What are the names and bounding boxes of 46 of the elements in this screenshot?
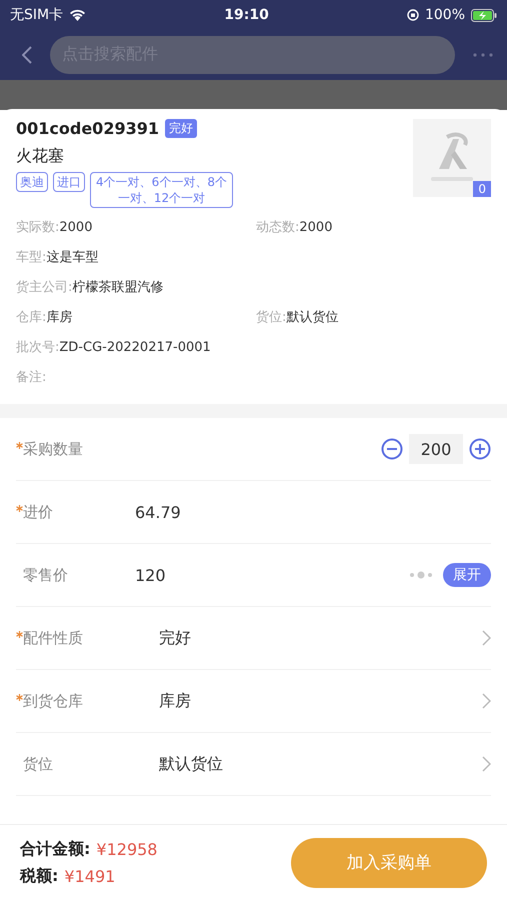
quantity-field[interactable]: 200 — [409, 434, 463, 464]
carrier-text: 无SIM卡 — [10, 6, 64, 24]
field-label: 采购数量 — [23, 440, 84, 458]
chevron-right-icon — [482, 630, 491, 646]
field-value[interactable]: 库房 — [135, 690, 482, 712]
info-text: 批次号:ZD-CG-20220217-0001 — [16, 338, 212, 357]
decrease-button[interactable] — [381, 438, 403, 460]
info-text: 货位:默认货位 — [256, 309, 340, 327]
part-tag: 奥迪 — [16, 172, 48, 192]
tax-amount: ¥1491 — [64, 866, 116, 886]
increase-button[interactable] — [469, 438, 491, 460]
field-value[interactable]: 默认货位 — [135, 754, 482, 774]
chevron-right-icon — [482, 756, 491, 772]
field-label: 零售价 — [23, 566, 69, 584]
image-count-badge: 0 — [473, 181, 491, 197]
tax-label: 税额: — [20, 866, 58, 886]
expand-button[interactable]: 展开 — [443, 563, 491, 587]
info-text: 仓库:库房 — [16, 309, 74, 327]
battery-text: 100% — [424, 7, 465, 23]
battery-charging-icon — [471, 8, 497, 22]
back-icon[interactable] — [22, 46, 32, 64]
more-icon[interactable] — [473, 53, 493, 57]
field-value: 120 — [135, 566, 167, 584]
info-text: 车型:这是车型 — [16, 249, 100, 267]
condition-badge: 完好 — [164, 119, 197, 138]
chevron-right-icon — [482, 693, 491, 709]
part-tag: 进口 — [53, 172, 85, 192]
clock-text: 19:10 — [224, 7, 269, 23]
field-label: 到货仓库 — [23, 692, 84, 710]
field-label: 货位 — [23, 754, 54, 774]
wifi-icon — [69, 9, 86, 21]
info-text: 备注: — [16, 369, 48, 387]
part-code: 001code029391 — [16, 119, 159, 138]
part-tag: 4个一对、6个一对、8个一对、12个一对 — [90, 172, 233, 208]
info-text: 货主公司:柠檬茶联盟汽修 — [16, 279, 164, 297]
info-text: 动态数:2000 — [256, 218, 334, 237]
dots-icon — [409, 571, 433, 579]
rotation-lock-icon — [406, 9, 419, 21]
part-name: 火花塞 — [16, 146, 65, 167]
total-label: 合计金额: — [20, 838, 90, 860]
field-label: 配件性质 — [23, 628, 84, 648]
info-text: 实际数:2000 — [16, 218, 94, 237]
field-value[interactable]: 完好 — [135, 628, 482, 648]
total-amount: ¥12958 — [96, 840, 158, 858]
field-value: 64.79 — [135, 502, 182, 522]
field-label: 进价 — [23, 502, 54, 522]
